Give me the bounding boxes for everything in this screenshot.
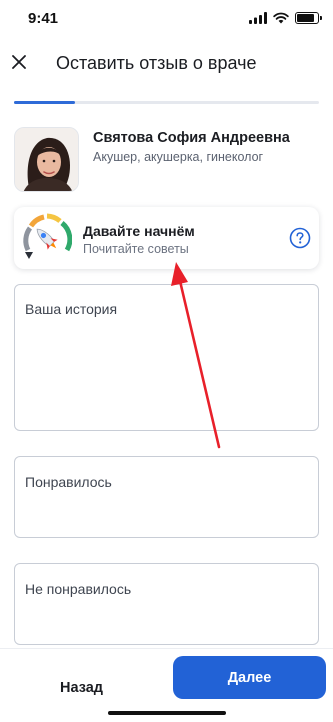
battery-level — [297, 14, 314, 22]
doctor-specialties: Акушер, акушерка, гинеколог — [93, 150, 264, 164]
header: Оставить отзыв о враче — [0, 40, 333, 86]
back-button[interactable]: Назад — [30, 667, 133, 709]
status-icons — [249, 12, 322, 24]
wifi-icon — [273, 12, 289, 24]
close-button[interactable] — [8, 51, 30, 73]
tips-subtitle: Почитайте советы — [83, 242, 189, 256]
story-placeholder: Ваша история — [25, 301, 118, 317]
status-time: 9:41 — [28, 10, 59, 27]
tips-title: Давайте начнём — [83, 223, 195, 239]
liked-textarea[interactable]: Понравилось — [14, 456, 319, 538]
disliked-placeholder: Не понравилось — [25, 581, 132, 597]
doctor-avatar — [14, 127, 79, 192]
status-bar: 9:41 — [0, 0, 333, 40]
cellular-signal-icon — [249, 12, 267, 24]
home-indicator — [108, 711, 226, 715]
footer-bar: Назад Далее — [0, 648, 333, 722]
step-progress-fill — [14, 101, 75, 104]
next-button[interactable]: Далее — [173, 656, 326, 699]
rocket-gauge-icon — [23, 213, 72, 259]
doctor-card: Святова София Андреевна Акушер, акушерка… — [14, 127, 319, 193]
battery-icon — [295, 12, 322, 24]
step-progress-bar — [14, 101, 319, 104]
story-textarea[interactable]: Ваша история — [14, 284, 319, 431]
close-icon — [12, 55, 26, 69]
liked-placeholder: Понравилось — [25, 474, 112, 490]
doctor-photo — [15, 128, 78, 191]
question-circle-icon[interactable] — [289, 227, 311, 249]
doctor-name: Святова София Андреевна — [93, 130, 290, 146]
disliked-textarea[interactable]: Не понравилось — [14, 563, 319, 645]
tips-card[interactable]: Давайте начнём Почитайте советы — [14, 207, 319, 269]
page-title: Оставить отзыв о враче — [56, 53, 257, 73]
